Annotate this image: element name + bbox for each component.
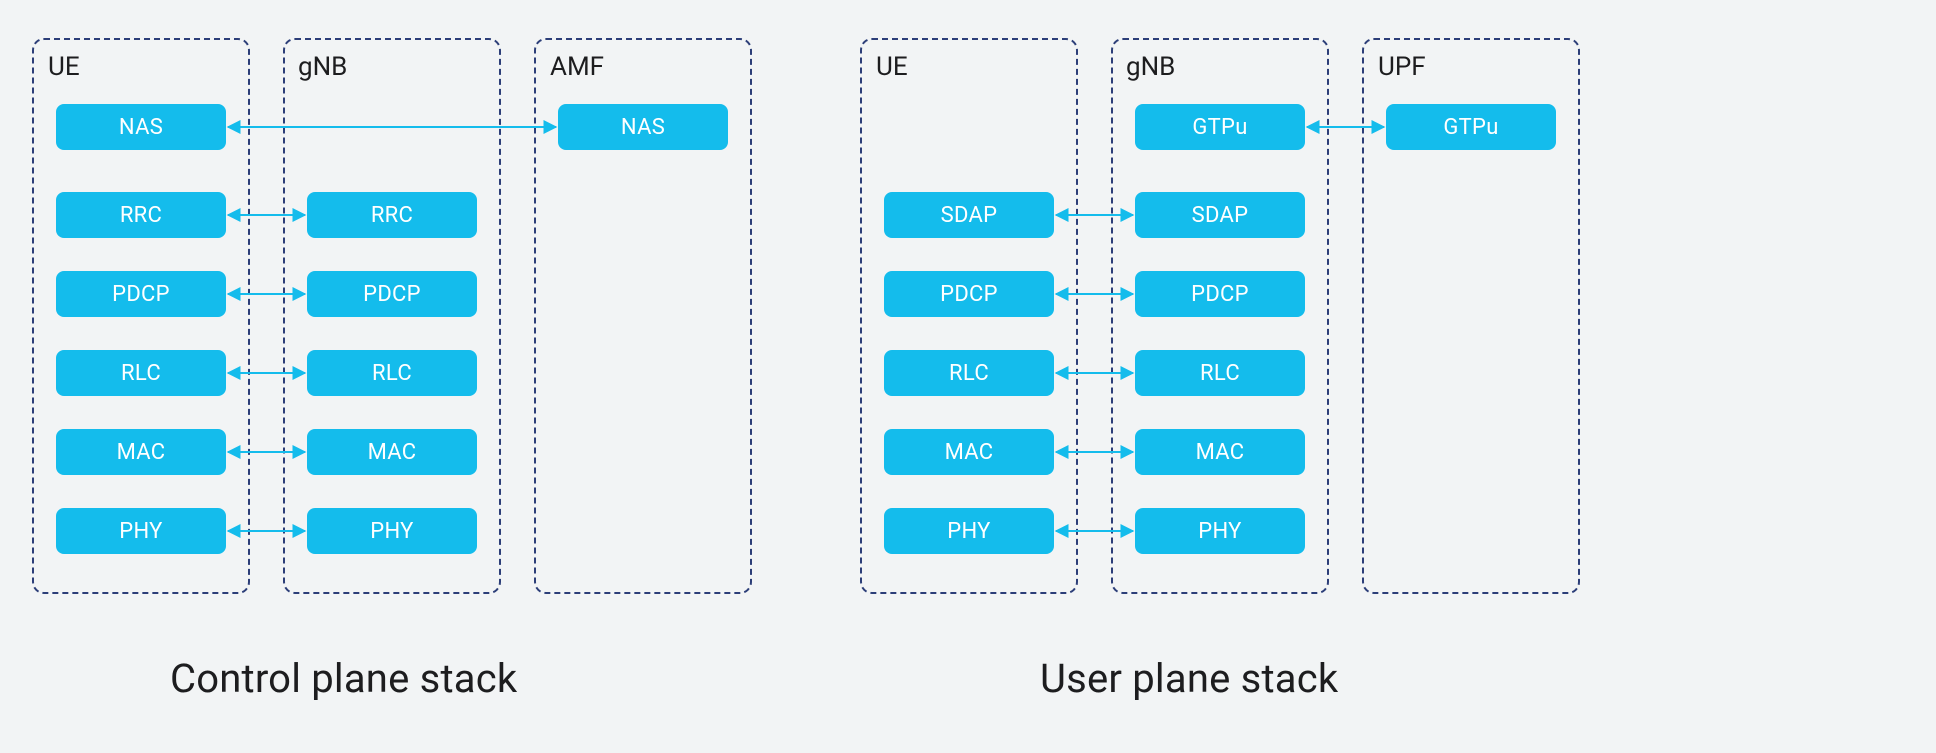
cp-ue-rrc: RRC	[56, 192, 226, 238]
cp-ue-phy: PHY	[56, 508, 226, 554]
cp-gnb-pdcp: PDCP	[307, 271, 477, 317]
up-caption: User plane stack	[1040, 655, 1338, 702]
cp-ue-pdcp: PDCP	[56, 271, 226, 317]
up-gnb-sdap: SDAP	[1135, 192, 1305, 238]
cp-amf-nas: NAS	[558, 104, 728, 150]
up-gnb-mac: MAC	[1135, 429, 1305, 475]
cp-ue-mac: MAC	[56, 429, 226, 475]
up-ue-title: UE	[876, 52, 908, 82]
up-ue-rlc: RLC	[884, 350, 1054, 396]
up-upf-title: UPF	[1378, 52, 1426, 82]
up-gnb-gtpu: GTPu	[1135, 104, 1305, 150]
up-upf-gtpu: GTPu	[1386, 104, 1556, 150]
up-gnb-pdcp: PDCP	[1135, 271, 1305, 317]
up-gnb-phy: PHY	[1135, 508, 1305, 554]
up-ue-pdcp: PDCP	[884, 271, 1054, 317]
cp-amf-title: AMF	[550, 52, 604, 82]
up-ue-mac: MAC	[884, 429, 1054, 475]
cp-gnb-rrc: RRC	[307, 192, 477, 238]
up-gnb-rlc: RLC	[1135, 350, 1305, 396]
cp-gnb-mac: MAC	[307, 429, 477, 475]
up-gnb-title: gNB	[1126, 52, 1175, 82]
cp-ue-nas: NAS	[56, 104, 226, 150]
up-ue-phy: PHY	[884, 508, 1054, 554]
cp-gnb-rlc: RLC	[307, 350, 477, 396]
cp-caption: Control plane stack	[170, 655, 517, 702]
cp-ue-title: UE	[48, 52, 80, 82]
cp-gnb-phy: PHY	[307, 508, 477, 554]
cp-gnb-title: gNB	[298, 52, 347, 82]
up-ue-sdap: SDAP	[884, 192, 1054, 238]
cp-ue-rlc: RLC	[56, 350, 226, 396]
